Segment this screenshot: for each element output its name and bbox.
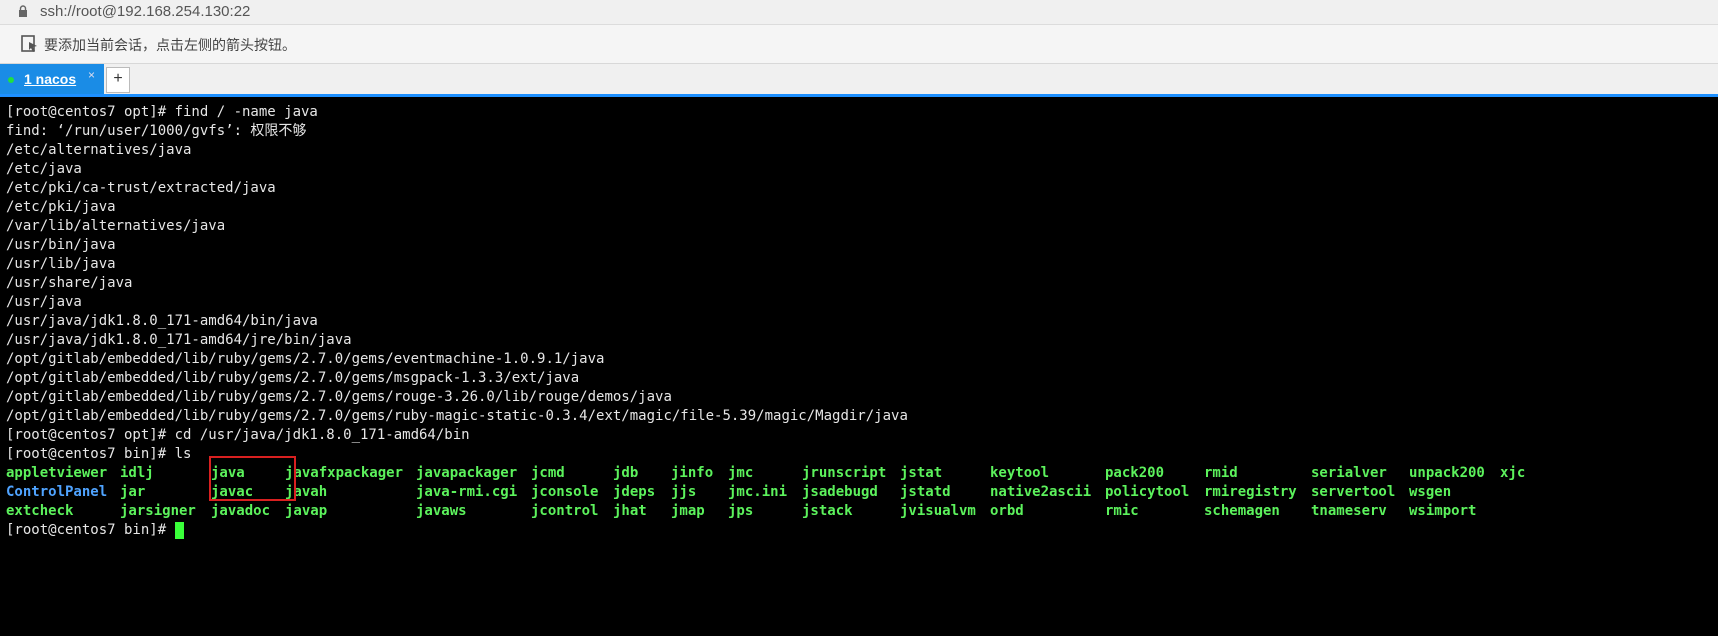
ls-entry: jconsole bbox=[531, 484, 599, 500]
hint-bar: 要添加当前会话，点击左侧的箭头按钮。 bbox=[0, 25, 1718, 64]
ls-entry: java-rmi.cgi bbox=[416, 484, 518, 500]
terminal-line: /opt/gitlab/embedded/lib/ruby/gems/2.7.0… bbox=[6, 408, 908, 424]
terminal-line: /usr/java bbox=[6, 294, 82, 310]
ls-entry: appletviewer bbox=[6, 465, 108, 481]
ls-entry: jstat bbox=[900, 465, 943, 481]
ls-entry: orbd bbox=[990, 503, 1024, 519]
ls-entry: javadoc bbox=[211, 503, 271, 519]
terminal-line: [root@centos7 opt]# find / -name java bbox=[6, 104, 318, 120]
ls-entry: jarsigner bbox=[120, 503, 196, 519]
ls-entry: jhat bbox=[613, 503, 647, 519]
terminal-line: /usr/share/java bbox=[6, 275, 133, 291]
terminal-line: /etc/pki/ca-trust/extracted/java bbox=[6, 180, 276, 196]
ls-entry: rmic bbox=[1105, 503, 1139, 519]
hint-text: 要添加当前会话，点击左侧的箭头按钮。 bbox=[44, 37, 296, 53]
ls-entry: schemagen bbox=[1204, 503, 1280, 519]
ls-entry: idlj bbox=[120, 465, 154, 481]
lock-icon bbox=[19, 5, 27, 17]
ls-entry: jmap bbox=[671, 503, 705, 519]
arrow-bookmark-icon[interactable] bbox=[20, 34, 40, 54]
connection-status-icon bbox=[8, 77, 14, 83]
ls-entry: pack200 bbox=[1105, 465, 1165, 481]
ls-entry: javaws bbox=[416, 503, 467, 519]
ls-entry: jsadebugd bbox=[802, 484, 878, 500]
ls-entry: jcmd bbox=[531, 465, 565, 481]
ls-entry: keytool bbox=[990, 465, 1050, 481]
address-bar: ssh://root@192.168.254.130:22 bbox=[0, 0, 1718, 25]
ls-entry: wsgen bbox=[1409, 484, 1452, 500]
tab-bar: 1 nacos × + bbox=[0, 64, 1718, 97]
ls-entry: jstatd bbox=[900, 484, 951, 500]
prompt-text: [root@centos7 bin]# bbox=[6, 522, 175, 538]
close-icon[interactable]: × bbox=[88, 68, 95, 82]
terminal-line: [root@centos7 opt]# cd /usr/java/jdk1.8.… bbox=[6, 427, 470, 443]
ls-entry: unpack200 bbox=[1409, 465, 1485, 481]
terminal-line: /etc/alternatives/java bbox=[6, 142, 192, 158]
ls-entry: jmc.ini bbox=[728, 484, 788, 500]
ls-entry: jps bbox=[728, 503, 754, 519]
terminal-line: /opt/gitlab/embedded/lib/ruby/gems/2.7.0… bbox=[6, 351, 605, 367]
ls-entry: jdeps bbox=[613, 484, 656, 500]
ls-entry: javap bbox=[285, 503, 328, 519]
ls-entry: jmc bbox=[728, 465, 754, 481]
ls-entry: extcheck bbox=[6, 503, 74, 519]
highlight-box bbox=[209, 456, 296, 501]
ls-entry: jjs bbox=[671, 484, 697, 500]
tab-label: 1 nacos bbox=[24, 71, 77, 87]
ls-entry: jar bbox=[120, 484, 146, 500]
ls-entry: jdb bbox=[613, 465, 639, 481]
terminal-line: /usr/bin/java bbox=[6, 237, 116, 253]
terminal-line: /etc/java bbox=[6, 161, 82, 177]
ls-entry: javapackager bbox=[416, 465, 518, 481]
ls-entry: tnameserv bbox=[1311, 503, 1387, 519]
ls-entry: jrunscript bbox=[802, 465, 887, 481]
ls-row: extcheck jarsigner javadoc javap javaws jcont… bbox=[6, 502, 1706, 521]
new-tab-button[interactable]: + bbox=[106, 67, 130, 93]
terminal-line: /opt/gitlab/embedded/lib/ruby/gems/2.7.0… bbox=[6, 370, 580, 386]
terminal-line: /usr/java/jdk1.8.0_171-amd64/jre/bin/jav… bbox=[6, 332, 352, 348]
prompt-line[interactable]: [root@centos7 bin]# bbox=[6, 521, 1706, 540]
ls-entry: jcontrol bbox=[531, 503, 599, 519]
terminal-line: find: ‘/run/user/1000/gvfs’: 权限不够 bbox=[6, 123, 307, 139]
ls-entry: javafxpackager bbox=[285, 465, 404, 481]
terminal-line: /opt/gitlab/embedded/lib/ruby/gems/2.7.0… bbox=[6, 389, 672, 405]
terminal-line: /usr/lib/java bbox=[6, 256, 116, 272]
ls-entry: wsimport bbox=[1409, 503, 1477, 519]
ls-entry: native2ascii bbox=[990, 484, 1092, 500]
ls-entry: policytool bbox=[1105, 484, 1190, 500]
terminal-line: /etc/pki/java bbox=[6, 199, 116, 215]
cursor bbox=[174, 521, 184, 539]
ls-entry: jstack bbox=[802, 503, 853, 519]
tab-nacos[interactable]: 1 nacos × bbox=[0, 64, 104, 94]
terminal-line: /var/lib/alternatives/java bbox=[6, 218, 226, 234]
ls-entry: serialver bbox=[1311, 465, 1387, 481]
ls-entry: jvisualvm bbox=[900, 503, 976, 519]
ls-entry: rmiregistry bbox=[1204, 484, 1297, 500]
ls-entry: jinfo bbox=[671, 465, 714, 481]
ls-entry: xjc bbox=[1500, 465, 1526, 481]
ls-entry: rmid bbox=[1204, 465, 1238, 481]
address-text[interactable]: ssh://root@192.168.254.130:22 bbox=[40, 3, 250, 20]
terminal-line: /usr/java/jdk1.8.0_171-amd64/bin/java bbox=[6, 313, 318, 329]
ls-entry: servertool bbox=[1311, 484, 1396, 500]
ls-entry: ControlPanel bbox=[6, 484, 108, 500]
